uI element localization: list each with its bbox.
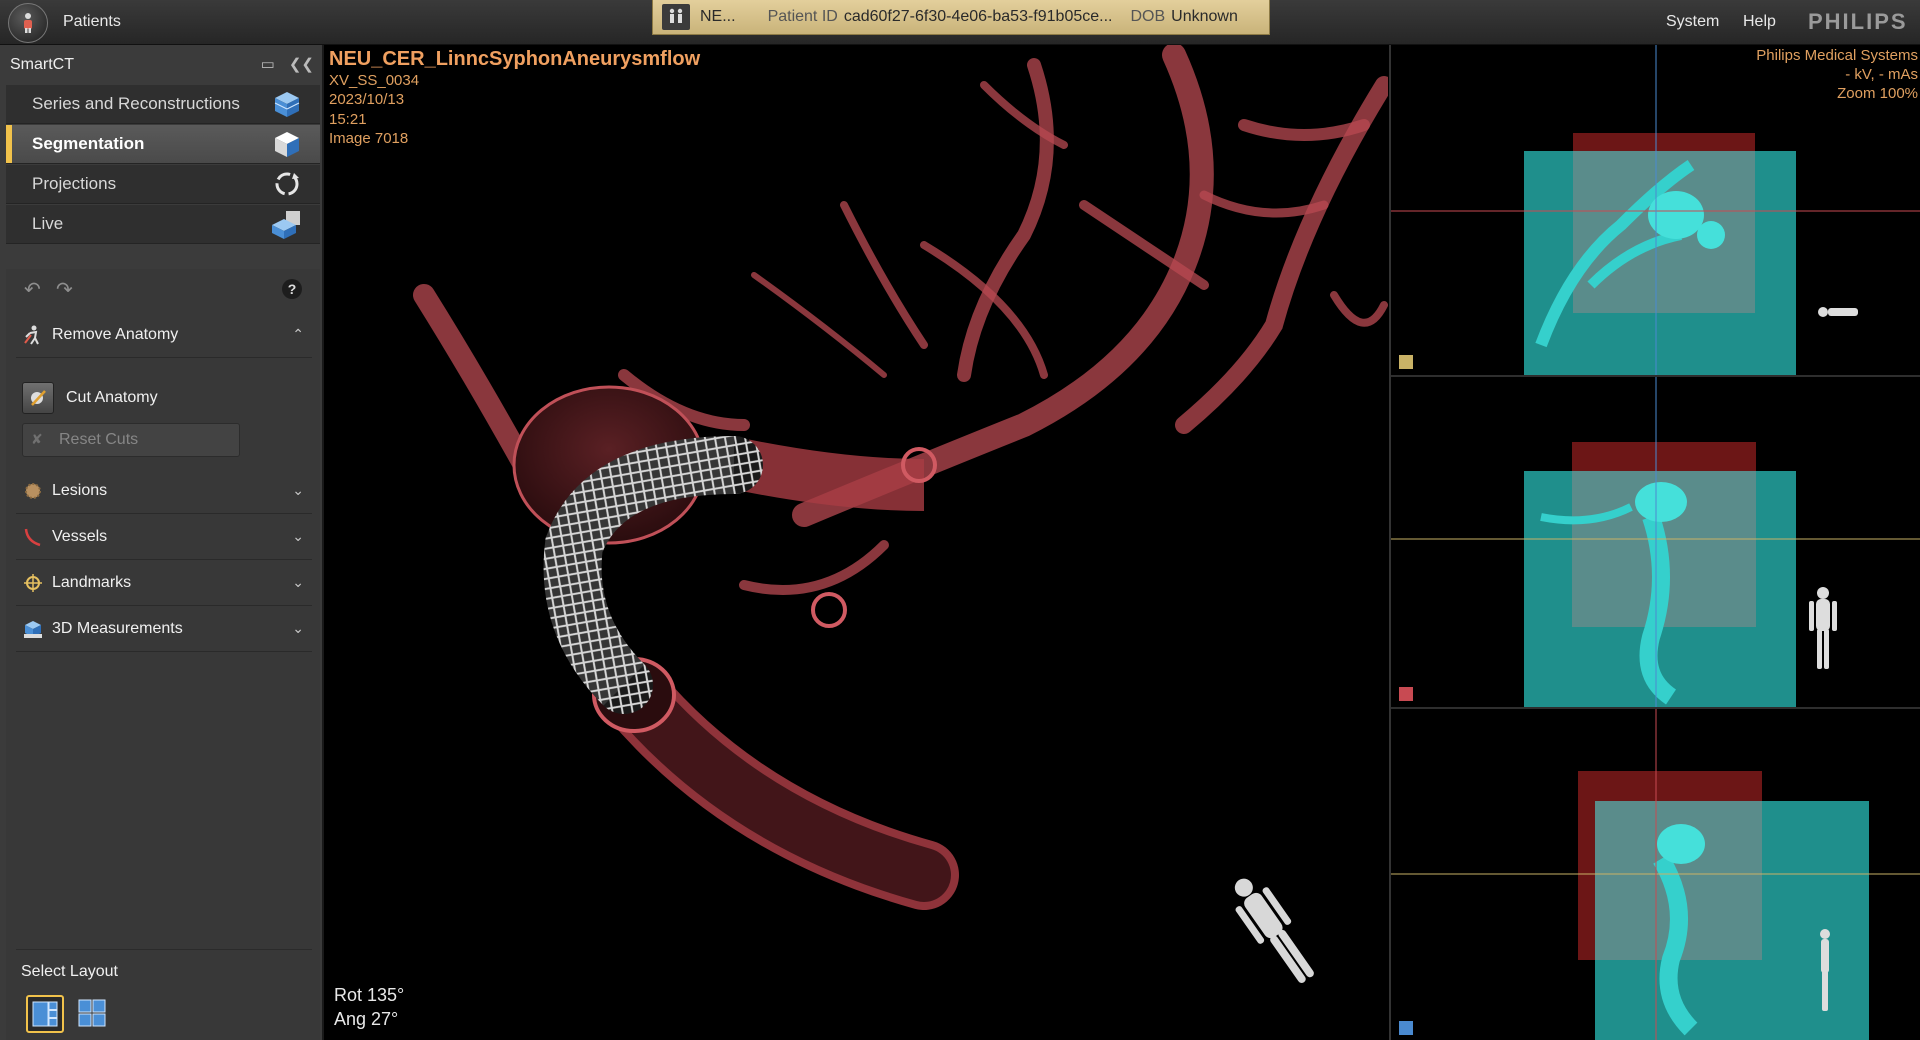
nav-label: Segmentation (32, 134, 145, 153)
coronal-slice-view[interactable] (1391, 377, 1920, 709)
section-3d-measurements[interactable]: 3D Measurements ⌄ (16, 607, 312, 652)
patient-id-value: cad60f27-6f30-4e06-ba53-f91b05ce... (843, 8, 1113, 25)
mannequin-top-icon (1818, 307, 1858, 317)
live-cube-icon (272, 211, 300, 239)
section-label: Landmarks (52, 574, 132, 591)
mannequin-front-icon (1809, 587, 1837, 669)
nav-projections[interactable]: Projections (6, 165, 320, 204)
help-menu[interactable]: Help (1743, 13, 1776, 31)
series-id: XV_SS_0034 (329, 72, 420, 89)
patient-id-label: Patient ID (767, 8, 838, 25)
section-remove-anatomy[interactable]: Remove Anatomy ⌃ (16, 313, 312, 358)
nav-series-and-reconstructions[interactable]: Series and Reconstructions (6, 85, 320, 124)
exposure-readout: - kV, - mAs (1845, 66, 1918, 83)
collapse-panel-icon[interactable]: ❮❮ (289, 55, 314, 73)
lesions-icon (22, 480, 44, 502)
nav-label: Series and Reconstructions (32, 94, 240, 113)
cut-anatomy-label: Cut Anatomy (66, 389, 158, 406)
brand-logo: PHILIPS (1808, 9, 1908, 34)
projections-rotate-icon (275, 172, 299, 196)
image-number: Image 7018 (329, 130, 409, 147)
patient-name: NE... (700, 8, 736, 25)
chevron-down-icon: ⌄ (292, 574, 304, 590)
patient-figure-icon (24, 13, 32, 33)
sagittal-slice-view[interactable] (1391, 709, 1920, 1040)
reset-cuts-label: Reset Cuts (59, 431, 139, 448)
system-menu[interactable]: System (1666, 13, 1719, 31)
redo-icon[interactable]: ↷ (56, 277, 73, 302)
series-cube-icon (274, 92, 300, 117)
main-3d-view[interactable]: NEU_CER_LinncSyphonAneurysmflow XV_SS_00… (324, 45, 1388, 1040)
view-color-marker (1399, 1021, 1413, 1035)
nav-label: Live (32, 214, 64, 233)
section-vessels[interactable]: Vessels ⌄ (16, 515, 312, 560)
series-time: 15:21 (329, 111, 367, 128)
section-lesions[interactable]: Lesions ⌄ (16, 469, 312, 514)
nav-segmentation[interactable]: Segmentation (6, 125, 320, 164)
view-color-marker (1399, 687, 1413, 701)
section-label: 3D Measurements (52, 620, 183, 637)
slice-views: Philips Medical Systems - kV, - mAs Zoom… (1389, 45, 1920, 1040)
layout-grid-icon (78, 999, 106, 1027)
undo-redo-row: ↶ ↷ ? (6, 269, 320, 309)
panel-header: SmartCT ▭ ❮❮ (0, 45, 322, 85)
sagittal-slice-image (1391, 709, 1920, 1040)
coronal-slice-image (1391, 377, 1920, 707)
chevron-down-icon: ⌄ (292, 528, 304, 544)
chevron-down-icon: ⌄ (292, 620, 304, 636)
layout-grid-button[interactable] (76, 997, 108, 1029)
nav-label: Projections (32, 174, 117, 193)
section-landmarks[interactable]: Landmarks ⌄ (16, 561, 312, 606)
chevron-up-icon: ⌃ (292, 326, 304, 342)
view-color-marker (1399, 355, 1413, 369)
zoom-readout: Zoom 100% (1837, 85, 1918, 102)
landmarks-icon (22, 572, 44, 594)
cut-anatomy-button[interactable]: Cut Anatomy (22, 381, 158, 415)
orientation-mannequin-icon (1234, 878, 1314, 983)
measurements-icon (22, 618, 44, 640)
chevron-down-icon: ⌄ (292, 482, 304, 498)
minimize-icon[interactable]: ▭ (261, 55, 275, 73)
divider (16, 949, 312, 950)
select-layout-label: Select Layout (21, 963, 118, 980)
undo-icon[interactable]: ↶ (24, 277, 41, 302)
nav-live[interactable]: Live (6, 205, 320, 244)
vessel-3d-rendering (413, 45, 1388, 983)
panel-title: SmartCT (10, 56, 74, 73)
scalpel-icon (22, 382, 54, 414)
section-label: Remove Anatomy (52, 326, 179, 343)
patients-menu[interactable]: Patients (63, 13, 121, 31)
series-title: NEU_CER_LinncSyphonAneurysmflow (329, 48, 701, 70)
dob-value: Unknown (1171, 8, 1238, 25)
angulation-readout: Ang 27° (334, 1009, 399, 1029)
patient-info-banner[interactable]: NE... Patient ID cad60f27-6f30-4e06-ba53… (652, 0, 1270, 35)
top-bar: Patients NE... Patient ID cad60f27-6f30-… (0, 0, 1920, 45)
rotation-readout: Rot 135° (334, 985, 405, 1005)
vendor-label: Philips Medical Systems (1756, 47, 1918, 64)
patients-app-icon[interactable] (8, 3, 48, 43)
section-label: Vessels (52, 528, 108, 545)
patient-icon (662, 4, 690, 30)
dob-label: DOB (1130, 8, 1166, 25)
smartct-panel: SmartCT ▭ ❮❮ Series and Reconstructions … (0, 45, 324, 1040)
reset-cuts-button[interactable]: ✘ Reset Cuts (22, 423, 240, 457)
vessels-icon (22, 526, 44, 548)
segmentation-cube-icon (275, 132, 299, 157)
layout-1-icon (32, 1001, 58, 1027)
series-date: 2023/10/13 (329, 91, 405, 108)
section-label: Lesions (52, 482, 108, 499)
reset-cuts-icon: ✘ (31, 431, 43, 447)
segmentation-tools: ↶ ↷ ? Remove Anatomy ⌃ Cut Anatomy ✘ Res… (6, 269, 320, 1040)
remove-anatomy-icon (22, 324, 44, 346)
help-icon[interactable]: ? (282, 279, 302, 299)
layout-single-plus-column-button[interactable] (26, 995, 64, 1033)
